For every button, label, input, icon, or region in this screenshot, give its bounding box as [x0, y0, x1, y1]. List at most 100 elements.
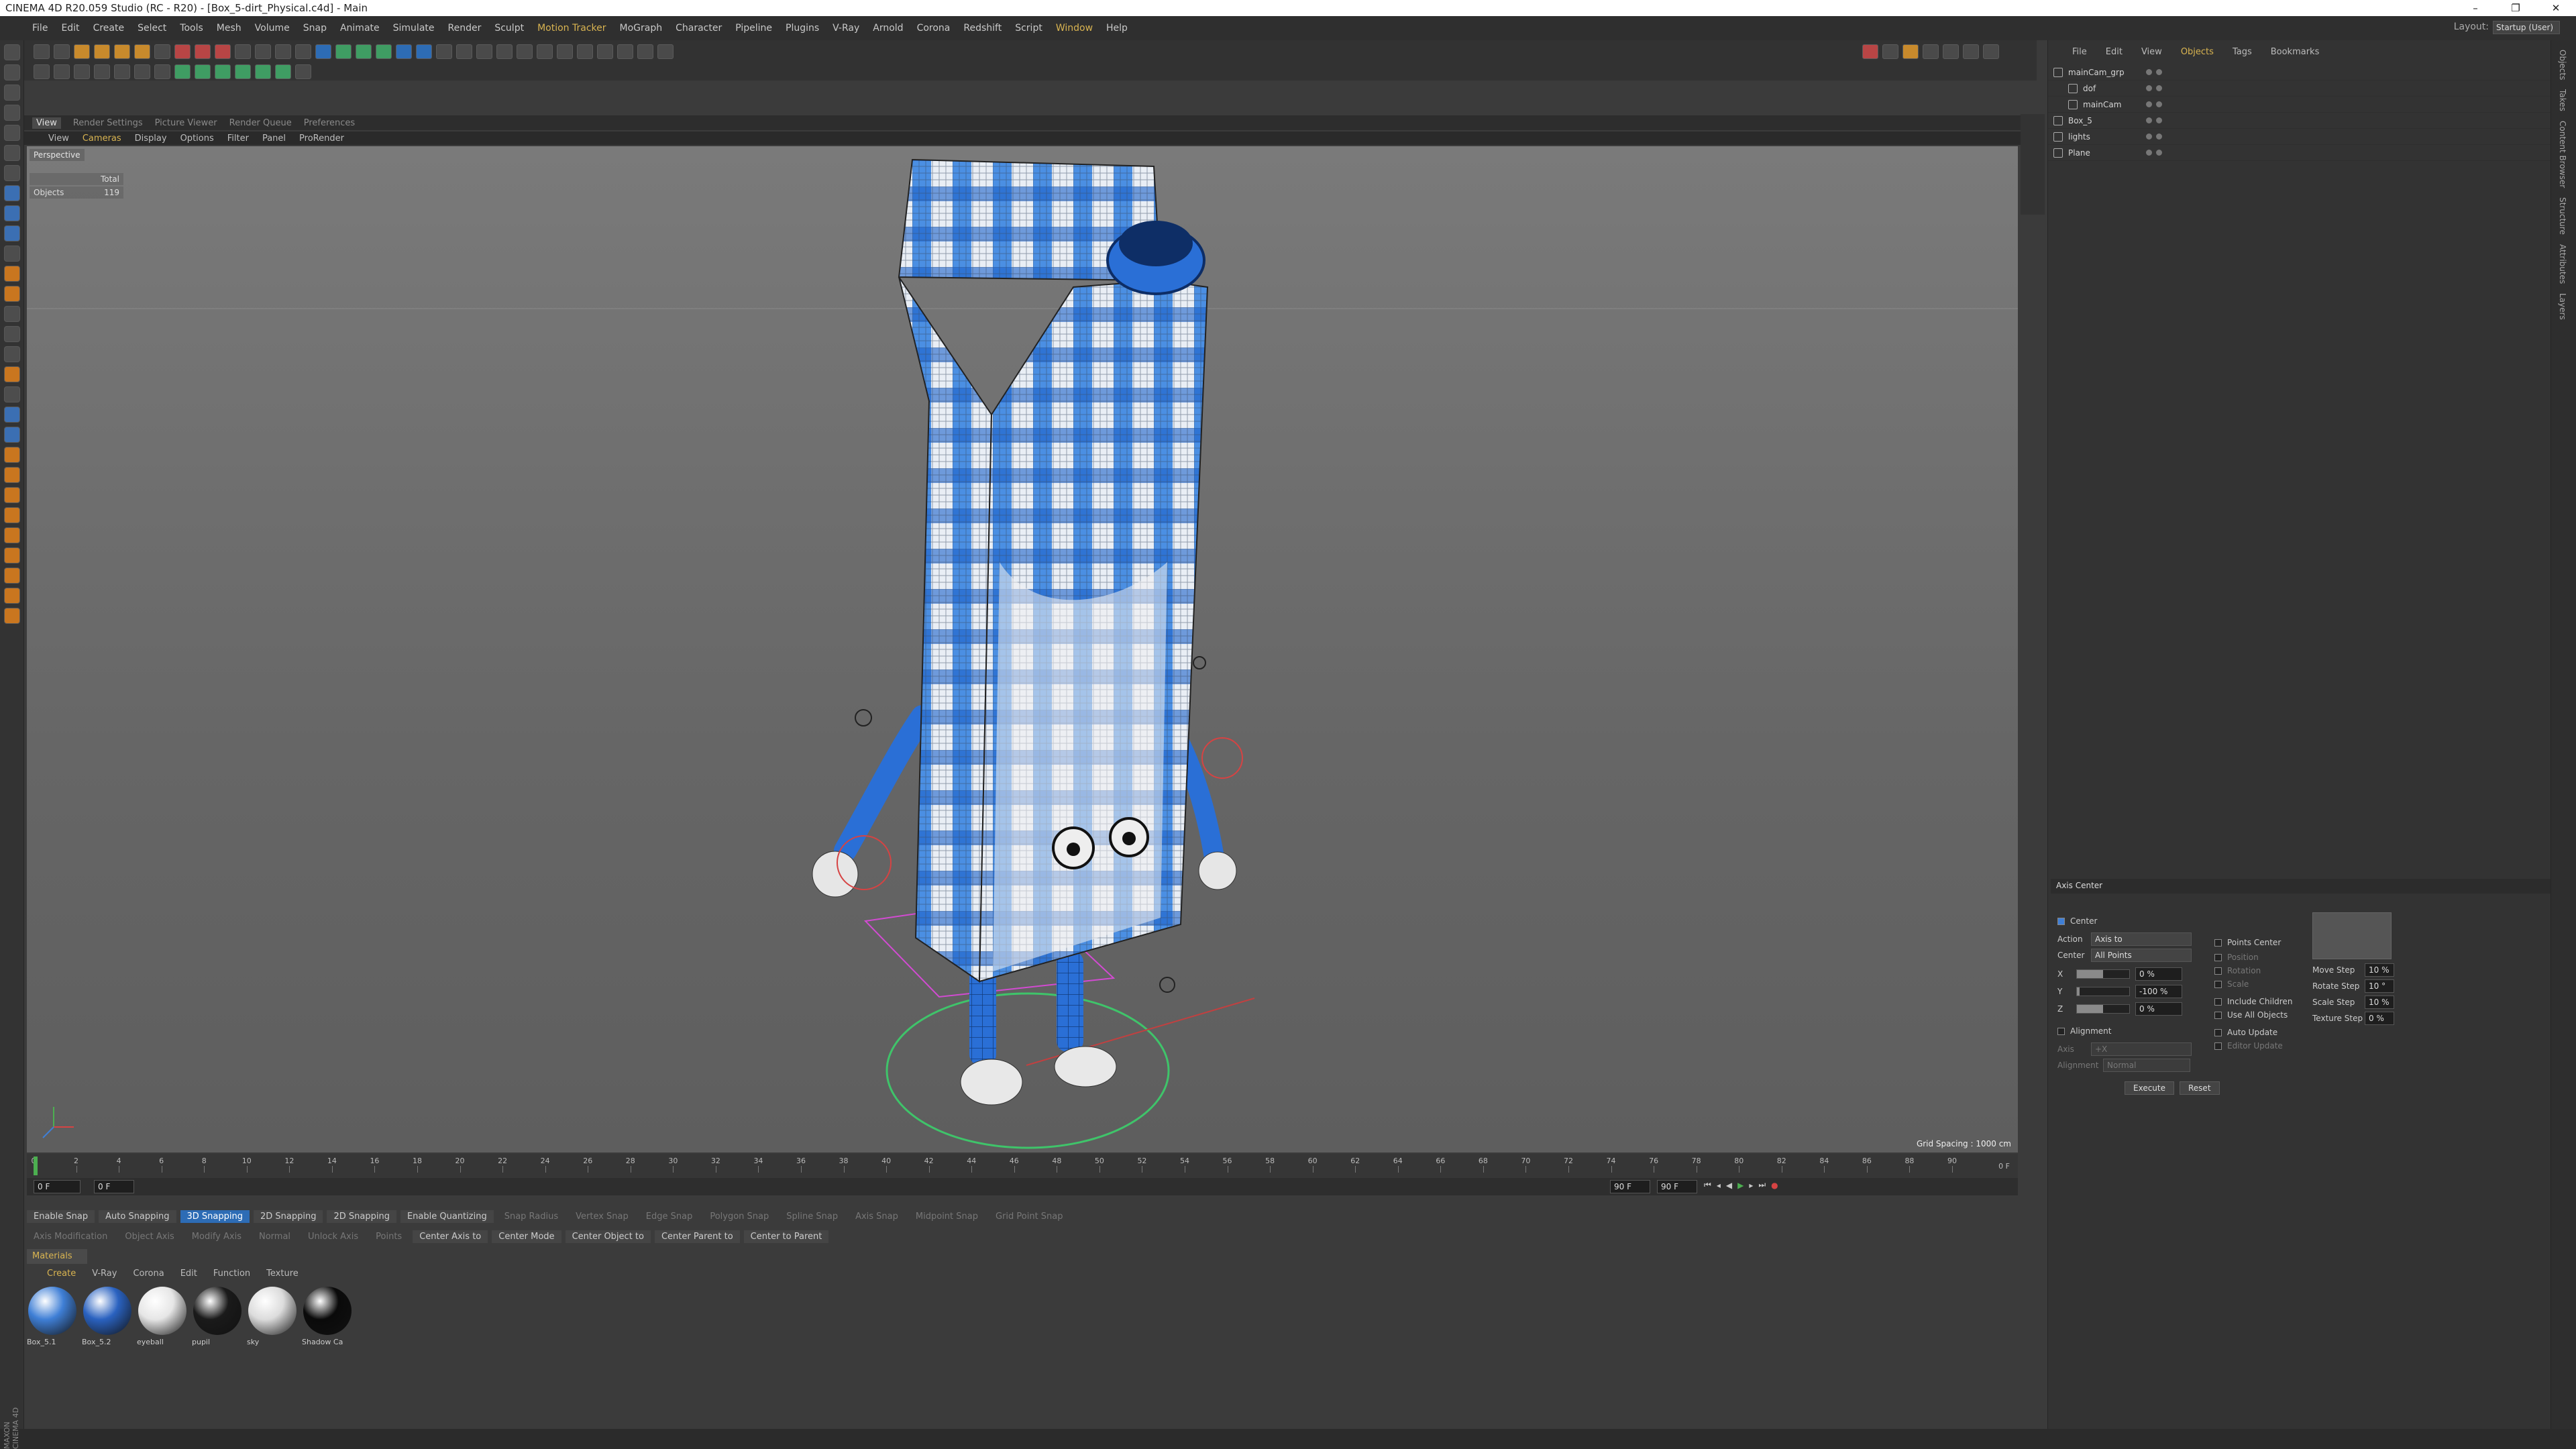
sidebar-tab-structure[interactable]: Structure [2558, 197, 2567, 235]
alignment-checkbox[interactable] [2057, 1027, 2065, 1035]
toolbar-icon-31[interactable] [657, 44, 674, 59]
snap-2d-snapping[interactable]: 2D Snapping [254, 1210, 323, 1223]
toolbar-icon-24[interactable] [517, 44, 533, 59]
timeline[interactable]: 0246810121416182022242628303234363840424… [27, 1154, 2018, 1178]
toolbar-icon-22[interactable] [476, 44, 492, 59]
toolbar-icon-13[interactable] [295, 44, 311, 59]
toolbar2-icon-7[interactable] [174, 64, 191, 79]
toolbar-icon-27[interactable] [577, 44, 593, 59]
snap-spline-snap[interactable]: Spline Snap [780, 1210, 845, 1223]
minimize-button[interactable]: – [2455, 0, 2496, 16]
tool-icon-12[interactable] [4, 286, 20, 302]
rotation-checkbox[interactable] [2214, 967, 2222, 975]
z-value[interactable]: 0 % [2135, 1002, 2182, 1016]
toolbar-icon-2[interactable] [74, 44, 90, 59]
toolbar2-icon-12[interactable] [275, 64, 291, 79]
menu-corona[interactable]: Corona [917, 23, 951, 34]
menu-select[interactable]: Select [138, 23, 166, 34]
object-name[interactable]: mainCam_grp [2068, 68, 2125, 77]
snap-edge-snap[interactable]: Edge Snap [639, 1210, 700, 1223]
object-visibility[interactable] [2146, 150, 2162, 156]
toolbar3-icon-2[interactable] [1902, 44, 1919, 59]
menu-simulate[interactable]: Simulate [393, 23, 435, 34]
objects-menu-file[interactable]: File [2072, 47, 2087, 57]
toolbar2-icon-1[interactable] [54, 64, 70, 79]
next-key-icon[interactable]: ▸ [1749, 1181, 1753, 1190]
y-slider[interactable] [2076, 987, 2130, 996]
viewport-menu-options[interactable]: Options [180, 133, 214, 144]
snap-enable-quantizing[interactable]: Enable Quantizing [400, 1210, 494, 1223]
material-item[interactable]: Box_5.2 [82, 1286, 133, 1346]
tool-icon-22[interactable] [4, 487, 20, 503]
toolbar-icon-29[interactable] [617, 44, 633, 59]
use-all-objects-checkbox[interactable] [2214, 1011, 2222, 1019]
snap-grid-point-snap[interactable]: Grid Point Snap [988, 1210, 1070, 1223]
current-frame-field[interactable]: 0 F [34, 1180, 80, 1193]
sidebar-tab-objects[interactable]: Objects [2558, 50, 2567, 80]
tool-icon-0[interactable] [4, 44, 20, 60]
start-frame-field[interactable]: 0 F [94, 1180, 134, 1193]
toolbar-icon-21[interactable] [456, 44, 472, 59]
execute-button[interactable]: Execute [2125, 1081, 2174, 1095]
menu-volume[interactable]: Volume [255, 23, 290, 34]
sidebar-tab-takes[interactable]: Takes [2558, 89, 2567, 111]
axis-object-axis[interactable]: Object Axis [118, 1230, 181, 1243]
viewport-menu-panel[interactable]: Panel [262, 133, 286, 144]
toolbar3-icon-6[interactable] [1983, 44, 1999, 59]
axis-center-object-to[interactable]: Center Object to [565, 1230, 651, 1243]
toolbar-icon-17[interactable] [376, 44, 392, 59]
editor-update-checkbox[interactable] [2214, 1042, 2222, 1050]
menu-render[interactable]: Render [448, 23, 482, 34]
tool-icon-25[interactable] [4, 547, 20, 564]
tool-icon-28[interactable] [4, 608, 20, 624]
snap-polygon-snap[interactable]: Polygon Snap [703, 1210, 776, 1223]
toolbar-icon-19[interactable] [416, 44, 432, 59]
tool-icon-2[interactable] [4, 85, 20, 101]
toolbar2-icon-11[interactable] [255, 64, 271, 79]
tool-icon-16[interactable] [4, 366, 20, 382]
viewport-menu-cameras[interactable]: Cameras [83, 133, 121, 144]
objects-menu-bookmarks[interactable]: Bookmarks [2271, 47, 2320, 57]
viewport-menu-view[interactable]: View [48, 133, 69, 144]
tool-icon-3[interactable] [4, 105, 20, 121]
x-value[interactable]: 0 % [2135, 967, 2182, 981]
materials-menu-corona[interactable]: Corona [133, 1269, 164, 1279]
material-item[interactable]: pupil [192, 1286, 243, 1346]
materials-menu-create[interactable]: Create [47, 1269, 76, 1279]
snap-midpoint-snap[interactable]: Midpoint Snap [908, 1210, 985, 1223]
reset-button[interactable]: Reset [2180, 1081, 2220, 1095]
toolbar2-icon-10[interactable] [235, 64, 251, 79]
object-row[interactable]: Box_5 [2048, 113, 2551, 129]
materials-menu-function[interactable]: Function [213, 1269, 250, 1279]
tool-icon-4[interactable] [4, 125, 20, 141]
record-icon[interactable]: ● [1771, 1181, 1778, 1190]
objects-menu-edit[interactable]: Edit [2106, 47, 2123, 57]
material-swatch[interactable] [193, 1286, 241, 1335]
material-swatch[interactable] [83, 1286, 131, 1335]
toolbar2-icon-13[interactable] [295, 64, 311, 79]
toolbar-icon-6[interactable] [154, 44, 170, 59]
menu-pipeline[interactable]: Pipeline [735, 23, 772, 34]
snap-axis-snap[interactable]: Axis Snap [849, 1210, 905, 1223]
toolbar-icon-1[interactable] [54, 44, 70, 59]
toolbar-icon-5[interactable] [134, 44, 150, 59]
toolbar2-icon-9[interactable] [215, 64, 231, 79]
tab-view[interactable]: View [32, 117, 61, 129]
toolbar-icon-10[interactable] [235, 44, 251, 59]
play-backward-icon[interactable]: ◀ [1726, 1181, 1732, 1190]
object-visibility[interactable] [2146, 85, 2162, 91]
toolbar-icon-0[interactable] [34, 44, 50, 59]
texture-step-value[interactable]: 0 % [2365, 1012, 2394, 1025]
tool-icon-6[interactable] [4, 165, 20, 181]
axis-unlock-axis[interactable]: Unlock Axis [301, 1230, 366, 1243]
objects-menu-objects[interactable]: Objects [2181, 47, 2214, 57]
snap-snap-radius[interactable]: Snap Radius [497, 1210, 566, 1223]
toolbar-icon-11[interactable] [255, 44, 271, 59]
toolbar2-icon-0[interactable] [34, 64, 50, 79]
axis-center-axis-to[interactable]: Center Axis to [413, 1230, 488, 1243]
layout-select[interactable]: Startup (User) [2493, 21, 2560, 34]
viewport-menu-filter[interactable]: Filter [227, 133, 249, 144]
object-name[interactable]: Box_5 [2068, 116, 2092, 125]
tool-icon-11[interactable] [4, 266, 20, 282]
tool-icon-21[interactable] [4, 467, 20, 483]
